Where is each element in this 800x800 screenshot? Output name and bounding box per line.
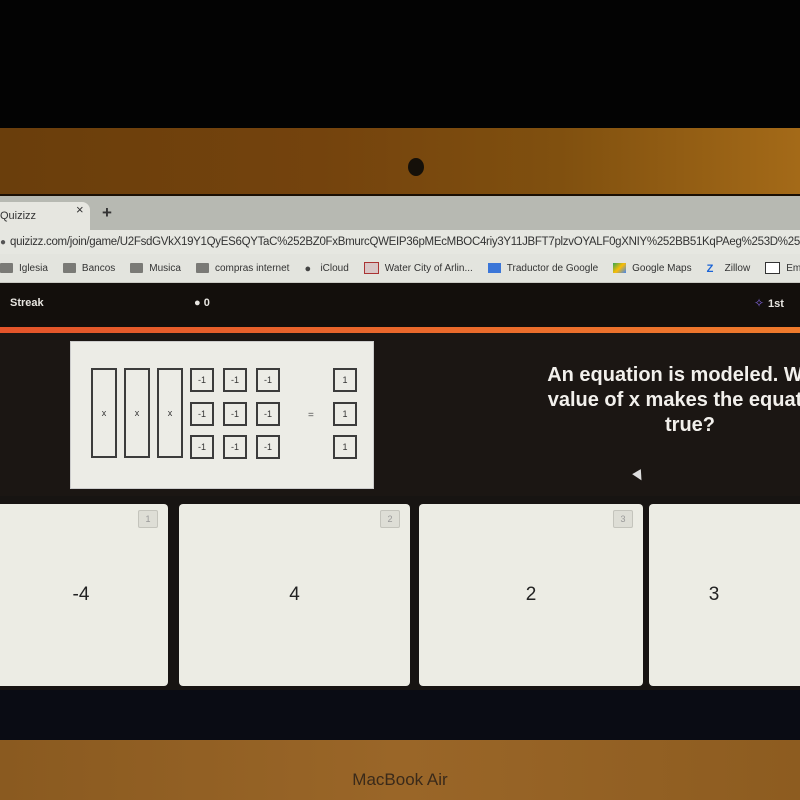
bookmark-bancos[interactable]: Bancos: [62, 262, 116, 274]
streak-count: 0: [203, 297, 210, 309]
answer-option-3[interactable]: 2 3: [419, 504, 643, 686]
rank-value: 1st: [768, 298, 784, 310]
x-tile: x: [157, 368, 183, 458]
bookmark-musica[interactable]: Musica: [130, 263, 181, 274]
negative-unit-tile: -1: [190, 368, 214, 392]
negative-unit-tile: -1: [190, 402, 214, 426]
x-tile: x: [91, 368, 117, 458]
x-tile: x: [124, 368, 150, 458]
flame-icon: ●: [194, 297, 201, 309]
google-maps-icon: [613, 263, 627, 273]
bookmark-compras-internet[interactable]: compras internet: [195, 262, 290, 274]
bookmark-label: Traductor de Google: [506, 262, 599, 274]
laptop-screen: Quizizz × + ● quizizz.com/join/game/U2Fs…: [0, 196, 800, 690]
bookmark-label: Iglesia: [19, 262, 48, 274]
laptop-bezel-bottom: [0, 690, 800, 740]
answer-value: 4: [289, 584, 300, 605]
webcam-icon: [408, 158, 424, 176]
folder-icon: [0, 263, 13, 273]
bookmark-label: Bancos: [81, 262, 116, 274]
streak-label: Streak: [10, 297, 44, 309]
negative-unit-tile: -1: [223, 402, 247, 426]
folder-icon: [195, 263, 209, 273]
tab-close-icon[interactable]: ×: [76, 202, 84, 217]
negative-unit-tile: -1: [256, 402, 280, 426]
positive-unit-tile: 1: [333, 435, 357, 459]
answer-key-badge: 1: [138, 510, 158, 528]
bookmarks-bar: Iglesia Bancos Musica compras internet ●…: [0, 254, 800, 283]
quizizz-page: Streak ● 0 ✧ 1st x x x -1 -1 -1 -1 -1 -1…: [0, 283, 800, 690]
answer-options: -4 1 4 2 2 3 3: [0, 496, 800, 690]
bookmark-label: Zillow: [724, 262, 751, 274]
bookmark-label: Water City of Arlin...: [384, 262, 473, 274]
streak-value: ● 0: [194, 297, 210, 309]
bookmark-emol[interactable]: Emol.com -: [765, 262, 800, 274]
bookmark-iglesia[interactable]: Iglesia: [0, 263, 48, 274]
folder-icon: [62, 263, 76, 273]
new-tab-button[interactable]: +: [102, 203, 112, 223]
answer-value: 3: [708, 584, 720, 605]
bookmark-label: iCloud: [320, 262, 349, 274]
answer-option-4[interactable]: 3: [649, 504, 800, 686]
bookmark-icloud[interactable]: ● iCloud: [304, 262, 349, 276]
browser-tab-bar: Quizizz × +: [0, 196, 800, 230]
zillow-icon: Z: [706, 263, 714, 275]
equals-sign: =: [308, 410, 314, 421]
mouse-cursor-icon: [632, 469, 646, 483]
algebra-tile-model: x x x -1 -1 -1 -1 -1 -1 -1 -1 -1 = 1 1 1: [70, 341, 374, 489]
negative-unit-tile: -1: [256, 368, 280, 392]
medal-icon: ✧: [754, 296, 765, 310]
background-dark: [0, 0, 800, 128]
negative-unit-tile: -1: [256, 435, 280, 459]
laptop-bezel-top: [0, 128, 800, 196]
answer-value: 2: [525, 584, 537, 605]
bookmark-label: compras internet: [214, 262, 290, 274]
quiz-top-bar: Streak ● 0 ✧ 1st: [0, 283, 800, 327]
answer-option-2[interactable]: 4 2: [179, 504, 410, 686]
lock-icon: ●: [0, 236, 7, 248]
bookmark-google-maps[interactable]: Google Maps: [613, 262, 692, 274]
positive-unit-tile: 1: [333, 402, 357, 426]
folder-icon: [130, 263, 144, 273]
device-brand-label: MacBook Air: [352, 770, 448, 789]
bookmark-google-translate[interactable]: Traductor de Google: [487, 262, 599, 274]
bookmark-label: Google Maps: [632, 262, 692, 274]
address-bar[interactable]: ● quizizz.com/join/game/U2FsdGVkX19Y1QyE…: [0, 230, 800, 254]
question-text: An equation is modeled. What value of x …: [547, 364, 800, 436]
answer-option-1[interactable]: -4 1: [0, 504, 168, 686]
bookmark-water-city[interactable]: Water City of Arlin...: [363, 262, 473, 274]
answer-key-badge: 3: [613, 510, 633, 528]
negative-unit-tile: -1: [190, 435, 214, 459]
apple-icon: ●: [304, 263, 312, 275]
tab-title: Quizizz: [0, 210, 37, 222]
question-area: x x x -1 -1 -1 -1 -1 -1 -1 -1 -1 = 1 1 1…: [0, 333, 800, 498]
water-city-icon: [363, 262, 379, 274]
google-translate-icon: [487, 263, 501, 273]
negative-unit-tile: -1: [223, 435, 247, 459]
answer-key-badge: 2: [380, 510, 400, 528]
bookmark-zillow[interactable]: Z Zillow: [706, 262, 751, 276]
laptop-base: MacBook Air: [0, 740, 800, 800]
answer-value: -4: [72, 584, 90, 605]
negative-unit-tile: -1: [223, 368, 247, 392]
emol-icon: [765, 262, 781, 274]
url-text[interactable]: quizizz.com/join/game/U2FsdGVkX19Y1QyES6…: [10, 236, 800, 248]
positive-unit-tile: 1: [333, 368, 357, 392]
bookmark-label: Emol.com -: [786, 262, 800, 274]
bookmark-label: Musica: [149, 262, 181, 274]
